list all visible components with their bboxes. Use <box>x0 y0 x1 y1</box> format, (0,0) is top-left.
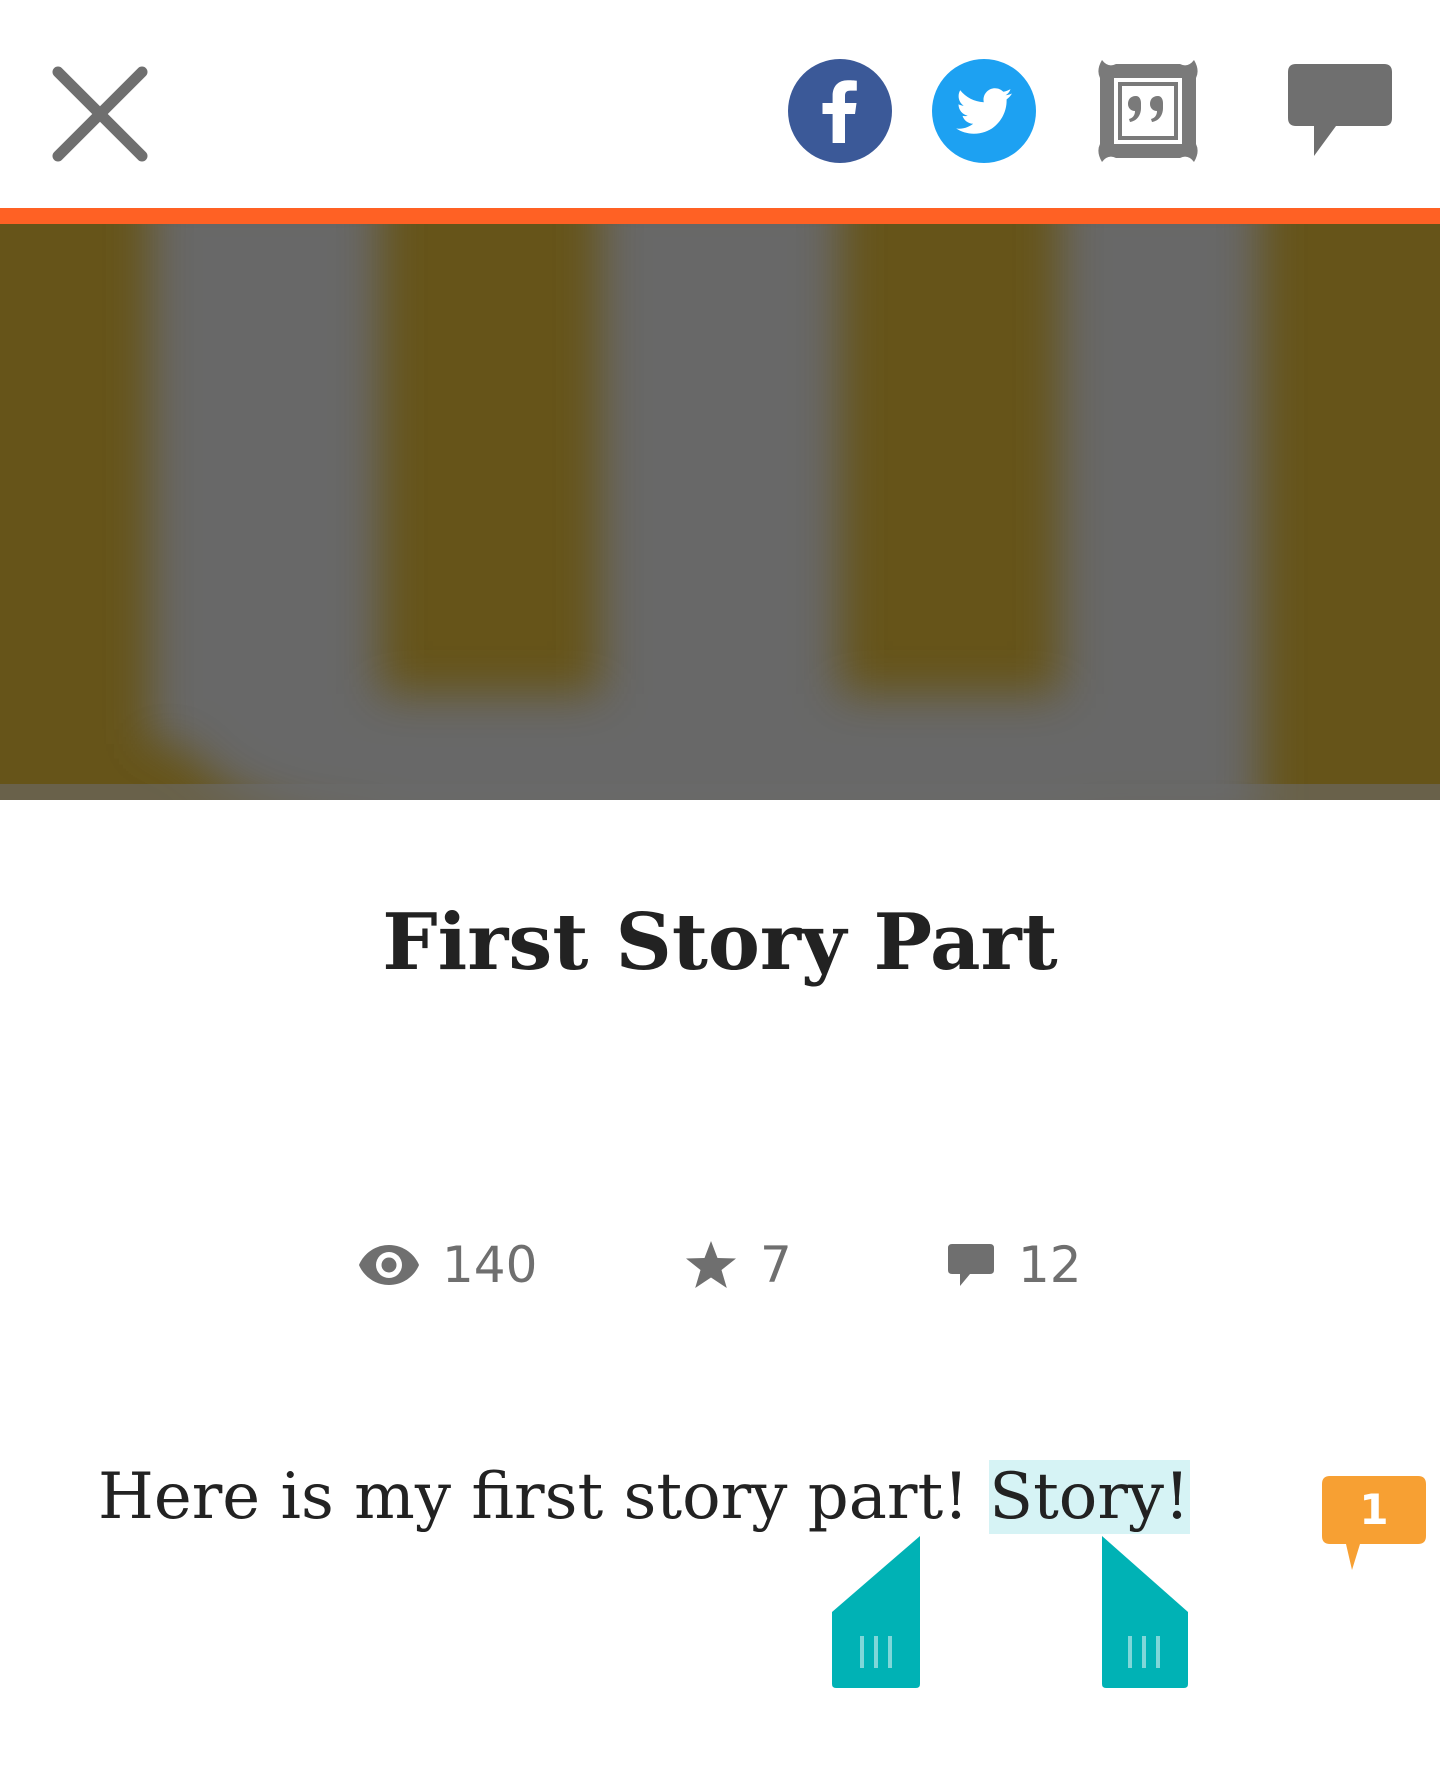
reader-screen: First Story Part 140 7 12 Here is my fir… <box>0 0 1440 1787</box>
reading-progress-bar <box>0 208 1440 224</box>
story-paragraph[interactable]: Here is my first story part! Story! <box>98 1452 1190 1542</box>
reads-stat: 140 <box>358 1230 537 1300</box>
star-icon <box>686 1241 736 1288</box>
close-icon <box>52 66 148 162</box>
comments-button[interactable] <box>1286 60 1394 164</box>
reading-progress-fill <box>0 208 1440 224</box>
reader-toolbar <box>0 0 1440 208</box>
twitter-icon <box>932 59 1036 163</box>
eye-icon <box>359 1245 419 1285</box>
inline-comment-count: 1 <box>1359 1485 1389 1534</box>
cover-image-graphic <box>0 224 1440 800</box>
story-stats: 140 7 12 <box>0 1230 1440 1300</box>
comment-icon <box>948 1244 994 1286</box>
votes-count: 7 <box>760 1236 792 1294</box>
share-twitter-button[interactable] <box>932 59 1036 163</box>
quote-frame-icon <box>1098 60 1198 162</box>
votes-stat: 7 <box>684 1230 792 1300</box>
share-quote-button[interactable] <box>1092 56 1204 166</box>
inline-comment-button[interactable]: 1 <box>1320 1474 1428 1574</box>
close-button[interactable] <box>44 58 156 170</box>
comments-stat: 12 <box>946 1230 1082 1300</box>
share-facebook-button[interactable] <box>788 59 892 163</box>
story-cover-image <box>0 224 1440 800</box>
selection-end-handle[interactable] <box>1100 1536 1190 1690</box>
selected-text[interactable]: Story! <box>989 1460 1190 1534</box>
selection-handle-icon <box>832 1536 920 1688</box>
comment-bubble-icon <box>1288 64 1392 156</box>
story-part-title: First Story Part <box>382 897 1058 988</box>
reads-count: 140 <box>442 1236 538 1294</box>
selection-handle-icon <box>1102 1536 1188 1688</box>
facebook-icon <box>788 59 892 163</box>
comments-count: 12 <box>1018 1236 1082 1294</box>
paragraph-text: Here is my first story part! <box>98 1460 990 1534</box>
selection-start-handle[interactable] <box>830 1536 920 1690</box>
